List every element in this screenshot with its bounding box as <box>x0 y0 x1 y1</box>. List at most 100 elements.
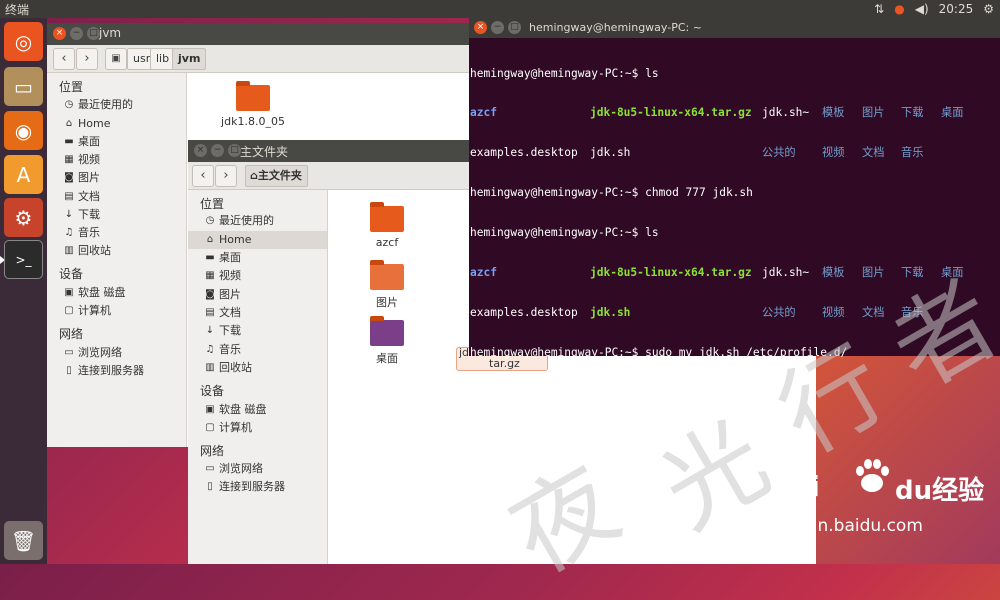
launcher: ◎ ▭ ◉ A ⚙ >_ 🗑 <box>0 18 47 564</box>
computer-icon: ▢ <box>205 422 215 433</box>
gear-icon[interactable]: ⚙ <box>983 1 994 17</box>
sidebar-section-devices: 设备 <box>59 267 84 281</box>
sidebar-item-computer[interactable]: ▢ 计算机 <box>188 419 327 437</box>
minimize-button[interactable]: − <box>70 27 83 40</box>
sidebar-item-documents[interactable]: ▤ 文档 <box>188 304 327 322</box>
folder-item-pictures[interactable]: 图片 <box>355 260 419 310</box>
terminal-titlebar[interactable]: × − □ hemingway@hemingway-PC: ~ <box>469 18 1000 38</box>
sidebar-item-home[interactable]: ⌂ Home <box>47 115 186 133</box>
sidebar: 位置 ◷ 最近使用的 ⌂ Home ▬ 桌面 ▦ 视频 ◙ 图片 ▤ 文档 ↓ 下载 ♫ 音乐 … <box>47 73 187 447</box>
terminal-line: hemingway@hemingway-PC:~$ ls <box>470 226 659 240</box>
sidebar-item-recent[interactable]: ◷ 最近使用的 <box>47 96 186 114</box>
home-icon: ⌂ <box>250 169 258 182</box>
software-center-icon[interactable]: A <box>4 155 43 194</box>
sidebar-item-trash[interactable]: ▥ 回收站 <box>47 242 186 260</box>
camera-icon: ◙ <box>64 172 74 183</box>
sidebar-section-network: 网络 <box>200 444 225 458</box>
sidebar-item-desktop[interactable]: ▬ 桌面 <box>188 249 327 267</box>
sidebar-item-pictures[interactable]: ◙ 图片 <box>47 169 186 187</box>
trash-icon[interactable]: 🗑 <box>4 521 43 560</box>
breadcrumb-jvm[interactable]: jvm <box>172 48 207 70</box>
paw-icon <box>856 459 889 492</box>
sidebar-item-videos[interactable]: ▦ 视频 <box>188 267 327 285</box>
film-icon: ▦ <box>205 270 215 281</box>
maximize-button[interactable]: □ <box>508 21 521 34</box>
firefox-icon[interactable]: ◉ <box>4 111 43 150</box>
back-button[interactable]: ‹ <box>53 48 75 70</box>
sidebar-item-computer[interactable]: ▢ 计算机 <box>47 302 186 320</box>
sidebar-item-music[interactable]: ♫ 音乐 <box>47 224 186 242</box>
forward-button[interactable]: › <box>76 48 98 70</box>
sidebar-item-floppy[interactable]: ▣ 软盘 磁盘 <box>47 284 186 302</box>
close-button[interactable]: × <box>194 144 207 157</box>
sidebar-item-connect-server[interactable]: ▯ 连接到服务器 <box>47 362 186 380</box>
volume-icon[interactable]: ◀) <box>915 1 929 17</box>
close-button[interactable]: × <box>53 27 66 40</box>
forward-button[interactable]: › <box>215 165 237 187</box>
terminal-icon[interactable]: >_ <box>4 240 43 279</box>
sidebar-section-places: 位置 <box>200 197 225 211</box>
sidebar-item-floppy[interactable]: ▣ 软盘 磁盘 <box>188 401 327 419</box>
indicator-icon[interactable]: ● <box>894 1 904 17</box>
desktop-icon: ▬ <box>205 252 215 263</box>
sidebar-item-pictures[interactable]: ◙ 图片 <box>188 286 327 304</box>
baidu-brand-text: du经验 <box>895 476 985 506</box>
sidebar-item-desktop[interactable]: ▬ 桌面 <box>47 133 186 151</box>
breadcrumb-home[interactable]: ⌂主文件夹 <box>245 165 308 187</box>
sidebar-item-videos[interactable]: ▦ 视频 <box>47 151 186 169</box>
sidebar-item-trash[interactable]: ▥ 回收站 <box>188 359 327 377</box>
server-icon: ▯ <box>66 365 72 376</box>
folder-item-jdk[interactable]: jdk1.8.0_05 <box>221 81 285 128</box>
document-icon: ▤ <box>205 307 215 318</box>
close-button[interactable]: × <box>474 21 487 34</box>
sidebar: 位置 ◷ 最近使用的 ⌂ Home ▬ 桌面 ▦ 视频 ◙ 图片 ▤ 文档 ↓ 下载 ♫ 音乐 … <box>188 190 328 564</box>
download-icon: ↓ <box>205 325 215 336</box>
sidebar-item-downloads[interactable]: ↓ 下载 <box>47 206 186 224</box>
floppy-icon: ▣ <box>205 404 215 415</box>
sidebar-item-documents[interactable]: ▤ 文档 <box>47 188 186 206</box>
film-icon: ▦ <box>64 154 74 165</box>
sidebar-item-recent[interactable]: ◷ 最近使用的 <box>188 212 327 230</box>
minimize-button[interactable]: − <box>211 144 224 157</box>
terminal-line: hemingway@hemingway-PC:~$ ls <box>470 66 659 80</box>
folder-item-azcf[interactable]: azcf <box>355 202 419 249</box>
terminal-line: azcf jdk-8u5-linux-x64.tar.gz jdk.sh~ 模板… <box>470 106 964 120</box>
desktop-icon: ▬ <box>64 136 74 147</box>
sidebar-section-network: 网络 <box>59 327 84 341</box>
folder-icon <box>370 202 404 232</box>
network-icon: ▭ <box>64 347 74 358</box>
sidebar-section-places: 位置 <box>59 80 84 94</box>
desktop-folder-icon <box>370 316 404 346</box>
system-settings-icon[interactable]: ⚙ <box>4 198 43 237</box>
sidebar-item-browse-network[interactable]: ▭ 浏览网络 <box>188 460 327 478</box>
sidebar-section-devices: 设备 <box>200 384 225 398</box>
drive-icon[interactable]: ▣ <box>105 48 127 70</box>
network-icon: ▭ <box>205 463 215 474</box>
window-title: 主文件夹 <box>240 145 289 159</box>
back-button[interactable]: ‹ <box>192 165 214 187</box>
baidu-logo-text: Bai <box>770 470 820 503</box>
terminal-line: hemingway@hemingway-PC:~$ chmod 777 jdk.… <box>470 186 753 200</box>
sidebar-item-connect-server[interactable]: ▯ 连接到服务器 <box>188 478 327 496</box>
computer-icon: ▢ <box>64 305 74 316</box>
clock[interactable]: 20:25 <box>939 2 974 16</box>
camera-icon: ◙ <box>205 289 215 300</box>
window-title: jvm <box>99 26 122 40</box>
top-panel: 终端 ⇅ ● ◀) 20:25 ⚙ <box>0 0 1000 18</box>
terminal-line: examples.desktop jdk.sh 公共的 视频 文档 音乐 <box>470 146 924 160</box>
minimize-button[interactable]: − <box>491 21 504 34</box>
network-updown-icon[interactable]: ⇅ <box>874 1 884 17</box>
server-icon: ▯ <box>207 481 213 492</box>
document-icon: ▤ <box>64 191 74 202</box>
files-icon[interactable]: ▭ <box>4 67 43 106</box>
pictures-folder-icon <box>370 260 404 290</box>
terminal-title: hemingway@hemingway-PC: ~ <box>529 21 702 34</box>
sidebar-item-browse-network[interactable]: ▭ 浏览网络 <box>47 344 186 362</box>
indicator-area: ⇅ ● ◀) 20:25 ⚙ <box>874 1 994 17</box>
sidebar-item-downloads[interactable]: ↓ 下载 <box>188 322 327 340</box>
ubuntu-dash-icon[interactable]: ◎ <box>4 22 43 61</box>
sidebar-item-home[interactable]: ⌂ Home <box>188 231 327 249</box>
home-icon: ⌂ <box>65 118 73 129</box>
folder-item-desktop[interactable]: 桌面 <box>355 316 419 366</box>
sidebar-item-music[interactable]: ♫ 音乐 <box>188 341 327 359</box>
